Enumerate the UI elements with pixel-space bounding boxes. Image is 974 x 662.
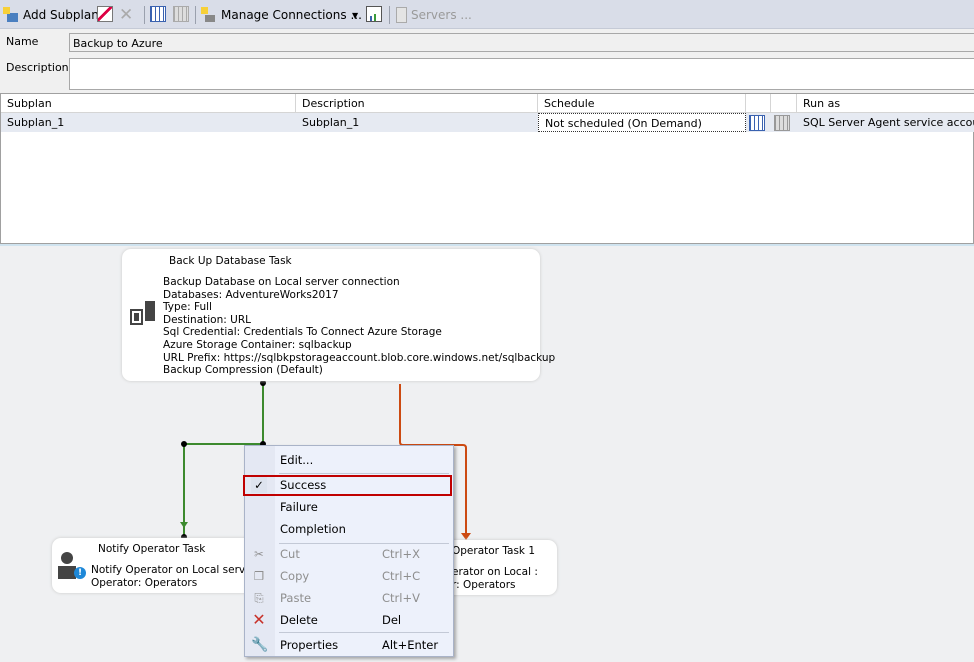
menu-item-delete[interactable]: ✕ Delete Del [245,609,453,631]
menu-item-edit[interactable]: Edit... [245,449,453,471]
task-detail-line: Type: Full [163,301,212,314]
menu-item-label: Failure [280,500,318,514]
menu-item-label: Delete [280,613,318,627]
task-detail-line: Destination: URL [163,313,251,326]
task-detail-line: Backup Database on Local server connecti… [163,276,400,288]
menu-item-completion[interactable]: Completion [245,518,453,540]
menu-shortcut: Ctrl+C [382,569,421,583]
task-detail-line: Backup Compression (Default) [163,364,323,377]
menu-shortcut: Del [382,613,402,627]
task-detail-line: r: Operators [452,578,516,591]
menu-shortcut: Alt+Enter [382,638,439,652]
menu-shortcut: Ctrl+X [382,547,420,561]
menu-separator [279,473,449,474]
menu-item-label: Edit... [280,453,314,467]
menu-shortcut: Ctrl+V [382,591,420,605]
task-detail-line: Databases: AdventureWorks2017 [163,288,339,301]
menu-item-label: Paste [280,591,312,605]
task-title: Operator Task 1 [452,545,536,557]
menu-separator [279,632,449,633]
task-detail-line: Operator: Operators [91,576,198,589]
task-detail-line: Notify Operator on Local server [91,564,256,576]
notify-operator-task[interactable]: Notify Operator Task ! Notify Operator o… [52,538,267,593]
menu-item-failure[interactable]: Failure [245,496,453,518]
backup-icon [129,300,159,330]
menu-item-label: Completion [280,522,346,536]
scissors-icon: ✂ [254,547,264,561]
success-arrow [180,522,188,528]
menu-item-paste[interactable]: ⎘ Paste Ctrl+V [245,587,453,609]
task-detail-line: Sql Credential: Credentials To Connect A… [163,326,442,339]
context-menu: Edit... ✓ Success Failure Completion ✂ Cu… [243,445,454,657]
menu-item-cut[interactable]: ✂ Cut Ctrl+X [245,543,453,565]
task-detail-line: erator on Local : [452,566,538,578]
delete-x-icon: ✕ [252,610,266,629]
task-title: Notify Operator Task [98,543,206,555]
menu-item-label: Success [280,478,327,492]
menu-item-label: Copy [280,569,310,583]
notify-operator-icon: ! [58,550,88,584]
completion-arrow [461,533,471,540]
menu-item-properties[interactable]: 🔧 Properties Alt+Enter [245,634,453,656]
task-title: Back Up Database Task [169,255,292,267]
menu-item-copy[interactable]: ❐ Copy Ctrl+C [245,565,453,587]
wrench-icon: 🔧 [251,637,269,653]
backup-database-task[interactable]: Back Up Database Task Backup Database on… [122,249,555,381]
paste-icon: ⎘ [254,591,264,605]
task-details: Backup Database on Local server connecti… [163,276,555,377]
menu-item-label: Properties [280,638,339,652]
checkmark-icon: ✓ [251,477,267,493]
task-detail-line: Azure Storage Container: sqlbackup [163,338,352,351]
copy-icon: ❐ [253,569,265,583]
menu-item-label: Cut [280,547,300,561]
task-detail-line: URL Prefix: https://sqlbkpstorageaccount… [163,351,556,364]
menu-item-success[interactable]: ✓ Success [243,475,452,496]
connector-handle[interactable] [181,441,187,447]
